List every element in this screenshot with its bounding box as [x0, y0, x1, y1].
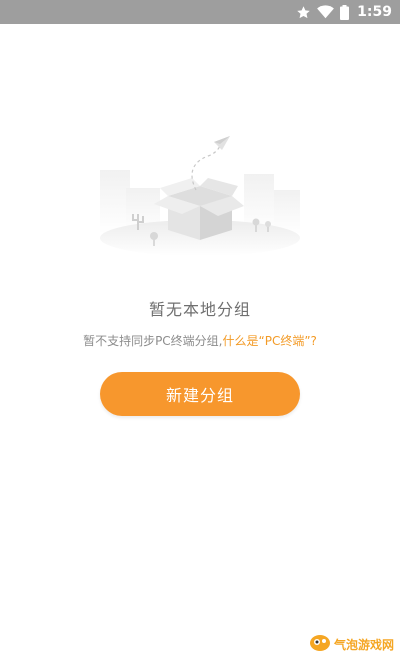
- empty-box-illustration: [96, 134, 304, 258]
- battery-icon: [340, 4, 350, 20]
- status-time: 1:59: [357, 4, 392, 20]
- wifi-icon: [317, 5, 335, 19]
- star-icon: [296, 5, 311, 20]
- new-group-button[interactable]: 新建分组: [100, 372, 300, 416]
- site-watermark: 气泡游戏网: [309, 633, 394, 655]
- status-bar: 1:59: [0, 0, 400, 24]
- empty-state-description: 暂不支持同步PC终端分组,什么是“PC终端”?: [0, 332, 400, 349]
- watermark-text: 气泡游戏网: [333, 637, 394, 652]
- empty-state-title: 暂无本地分组: [148, 300, 251, 319]
- watermark-logo-icon: [309, 632, 331, 656]
- what-is-pc-terminal-link[interactable]: 什么是“PC终端”?: [223, 334, 317, 348]
- description-text: 暂不支持同步PC终端分组,: [83, 334, 223, 348]
